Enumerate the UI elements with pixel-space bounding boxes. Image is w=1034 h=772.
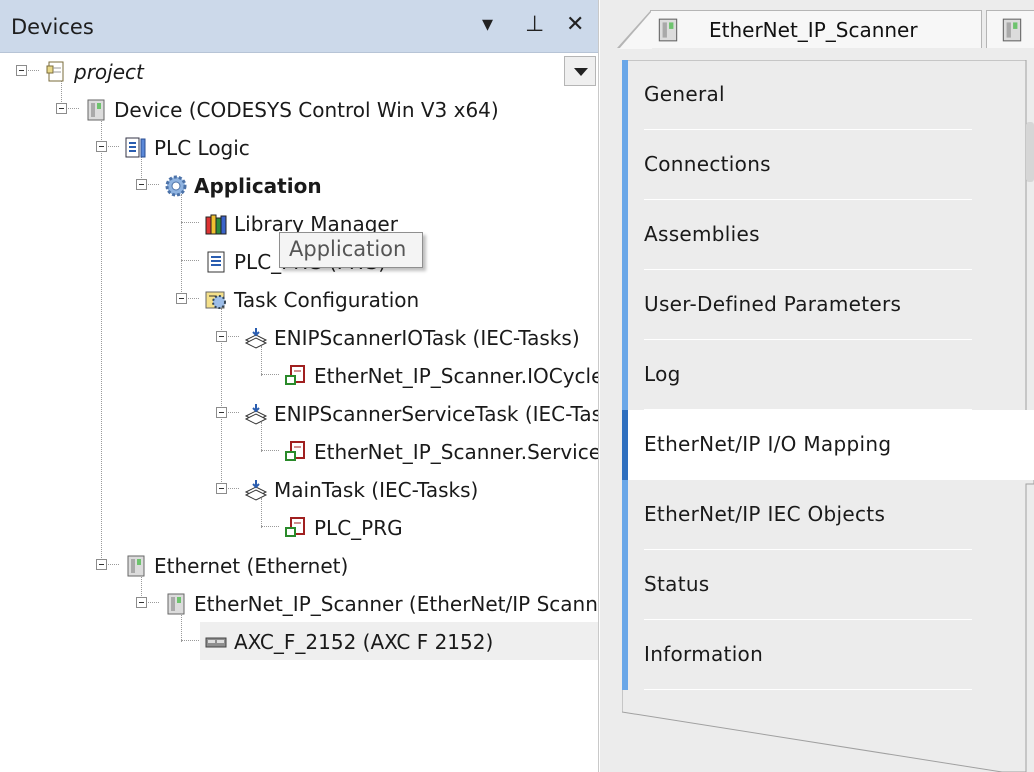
task-icon [244,328,268,349]
devices-pane-title: Devices [11,15,94,39]
nav-item-accent-bar [622,480,628,550]
device-icon [1002,18,1022,42]
nav-item-accent-bar [622,60,628,130]
nav-item-accent-bar [622,620,628,690]
tree-node-label: ENIPScannerServiceTask (IEC-Tasks) [274,402,599,426]
collapse-toggle-enip-scanner[interactable] [136,597,147,608]
tree-node-label: EtherNet_IP_Scanner.ServiceCycle [314,440,598,464]
tab-next-device[interactable] [986,10,1034,48]
editor-pane: EtherNet_IP_Scanner General Connections As… [600,0,1034,772]
tree-node-device[interactable]: Device (CODESYS Control Win V3 x64) [84,94,499,126]
tree-node-axc-f-2152[interactable]: AXC_F_2152 (AXC F 2152) [204,626,493,658]
device-editor-nav: General Connections Assemblies User-Defined… [622,60,1034,772]
tree-node-task-configuration[interactable]: Task Configuration [204,284,419,316]
nav-item-label: General [644,82,725,106]
tree-node-label: AXC_F_2152 (AXC F 2152) [234,630,494,654]
collapse-toggle-device[interactable] [56,103,67,114]
pane-menu-dropdown-icon[interactable]: ▾ [482,13,493,37]
tree-node-label: ENIPScannerIOTask (IEC-Tasks) [274,326,580,350]
program-call-icon [285,517,305,537]
collapse-toggle-main-task[interactable] [216,483,227,494]
tree-node-project[interactable]: project [44,56,144,88]
nav-item-accent-bar [622,130,628,200]
nav-item-user-defined-parameters[interactable]: User-Defined Parameters [622,270,1026,340]
nav-item-accent-bar [622,410,628,480]
pin-icon[interactable]: ⊥ [525,13,544,37]
nav-item-label: Information [644,642,764,666]
tab-title: EtherNet_IP_Scanner [709,17,918,42]
scrollbar-thumb[interactable] [1026,122,1034,182]
tree-node-label: EtherNet_IP_Scanner (EtherNet/IP Scanner… [194,592,599,616]
nav-item-accent-bar [622,340,628,410]
tab-ethernet-ip-scanner[interactable]: EtherNet_IP_Scanner [617,10,982,49]
editor-tab-bar: EtherNet_IP_Scanner [600,0,1034,50]
adapter-module-icon [205,637,227,648]
pou-document-icon [207,251,225,273]
nav-item-label: EtherNet/IP IEC Objects [644,502,886,526]
tree-node-label: project [74,60,144,84]
tree-node-label: Task Configuration [234,288,420,312]
close-icon[interactable]: ✕ [566,13,584,37]
nav-item-label: Connections [644,152,771,176]
tree-node-plc-prg-call[interactable]: PLC_PRG [284,512,403,544]
nav-item-label: User-Defined Parameters [644,292,902,316]
nav-item-log[interactable]: Log [622,340,1026,410]
nav-item-ethernet-ip-iec-objects[interactable]: EtherNet/IP IEC Objects [622,480,1026,550]
nav-item-label: Status [644,572,710,596]
collapse-toggle-application[interactable] [136,179,147,190]
nav-item-label: Assemblies [644,222,760,246]
nav-item-general[interactable]: General [622,60,1026,130]
tooltip: Application [279,232,423,268]
tree-node-label: MainTask (IEC-Tasks) [274,478,479,502]
tree-node-enip-io-task[interactable]: ENIPScannerIOTask (IEC-Tasks) [244,322,580,354]
device-icon [658,18,678,42]
nav-item-accent-bar [622,550,628,620]
tree-node-label: PLC Logic [154,136,250,160]
collapse-toggle-task-configuration[interactable] [176,293,187,304]
tree-node-label: Device (CODESYS Control Win V3 x64) [114,98,499,122]
task-icon [244,404,268,425]
tree-node-label: Application [194,174,322,198]
tree-node-ethernet[interactable]: Ethernet (Ethernet) [124,550,348,582]
nav-item-accent-bar [622,270,628,340]
tree-node-main-task[interactable]: MainTask (IEC-Tasks) [244,474,478,506]
tree-node-application[interactable]: Application [164,170,322,202]
device-icon [87,99,105,121]
collapse-toggle-plc-logic[interactable] [96,141,107,152]
tree-node-plc-logic[interactable]: PLC Logic [124,132,250,164]
device-icon [167,593,185,615]
nav-item-information[interactable]: Information [622,620,1026,690]
tree-node-label: Ethernet (Ethernet) [154,554,349,578]
devices-pane-header: Devices ▾ ⊥ ✕ [0,0,598,53]
nav-item-connections[interactable]: Connections [622,130,1026,200]
nav-item-label: Log [644,362,681,386]
tree-node-label: PLC_PRG [314,516,403,540]
tree-node-label: EtherNet_IP_Scanner.IOCycle [314,364,599,388]
library-manager-icon [205,214,227,235]
collapse-toggle-ethernet[interactable] [96,559,107,570]
tree-node-enip-servicecycle[interactable]: EtherNet_IP_Scanner.ServiceCycle [284,436,598,468]
task-icon [244,480,268,501]
nav-item-status[interactable]: Status [622,550,1026,620]
program-call-icon [285,441,305,461]
tree-node-enip-iocycle[interactable]: EtherNet_IP_Scanner.IOCycle [284,360,599,392]
nav-item-label: EtherNet/IP I/O Mapping [644,432,892,456]
nav-item-accent-bar [622,200,628,270]
tree-node-enip-service-task[interactable]: ENIPScannerServiceTask (IEC-Tasks) [244,398,599,430]
device-icon [127,555,145,577]
devices-pane: Devices ▾ ⊥ ✕ project Device (CODESYS Co… [0,0,599,772]
nav-item-ethernet-ip-i-o-mapping[interactable]: EtherNet/IP I/O Mapping [622,410,1034,480]
application-gear-icon [165,175,187,197]
program-call-icon [285,365,305,385]
task-configuration-icon [205,291,226,309]
project-icon [46,61,64,82]
plc-logic-icon [125,137,146,158]
nav-item-separator [644,689,972,690]
project-dropdown-button[interactable] [564,56,596,86]
tree-node-enip-scanner[interactable]: EtherNet_IP_Scanner (EtherNet/IP Scanner… [164,588,599,620]
collapse-toggle-enip-io-task[interactable] [216,331,227,342]
nav-item-assemblies[interactable]: Assemblies [622,200,1026,270]
collapse-toggle-enip-service-task[interactable] [216,407,227,418]
collapse-toggle-project[interactable] [16,65,27,76]
